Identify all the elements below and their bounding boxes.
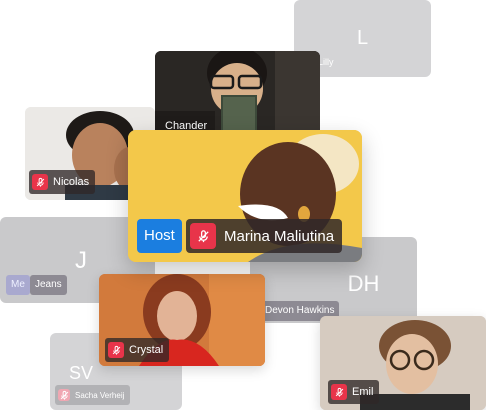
participant-name-chip: Nicolas <box>29 170 96 194</box>
video-call-gallery: L Lilly Chander Nicolas J Me Jeans DH De… <box>0 0 486 410</box>
participant-name-chip: Emil <box>328 380 380 404</box>
participant-tile-host[interactable]: Host Marina Maliutina <box>128 130 362 262</box>
participant-tile-emil[interactable]: Emil <box>320 316 486 410</box>
participant-initials: J <box>75 247 87 274</box>
participant-tile-chander[interactable]: Chander <box>155 51 320 136</box>
participant-name-chip: Sacha Verheij <box>55 385 131 405</box>
mic-off-icon <box>108 342 124 358</box>
participant-name: Nicolas <box>53 176 90 188</box>
mic-off-icon <box>190 223 216 249</box>
participant-name: Sacha Verheij <box>75 390 125 400</box>
participant-name: Marina Maliutina <box>224 227 335 245</box>
mic-off-icon <box>32 174 48 190</box>
participant-name-chip: Crystal <box>105 338 170 362</box>
participant-initials: SV <box>68 363 93 383</box>
participant-name-chip: Marina Maliutina <box>186 219 343 253</box>
participant-initials: DH <box>347 271 380 296</box>
participant-name: Lilly <box>318 57 334 67</box>
participant-tile-crystal[interactable]: Crystal <box>99 274 265 366</box>
participant-name: Jeans <box>30 275 67 295</box>
participant-initials: L <box>356 27 369 49</box>
me-tag: Me <box>6 275 30 295</box>
host-badge: Host <box>137 219 182 253</box>
participant-name: Crystal <box>129 344 164 356</box>
mic-off-icon <box>331 384 347 400</box>
mic-off-icon <box>58 389 70 401</box>
participant-name: Emil <box>352 386 374 398</box>
